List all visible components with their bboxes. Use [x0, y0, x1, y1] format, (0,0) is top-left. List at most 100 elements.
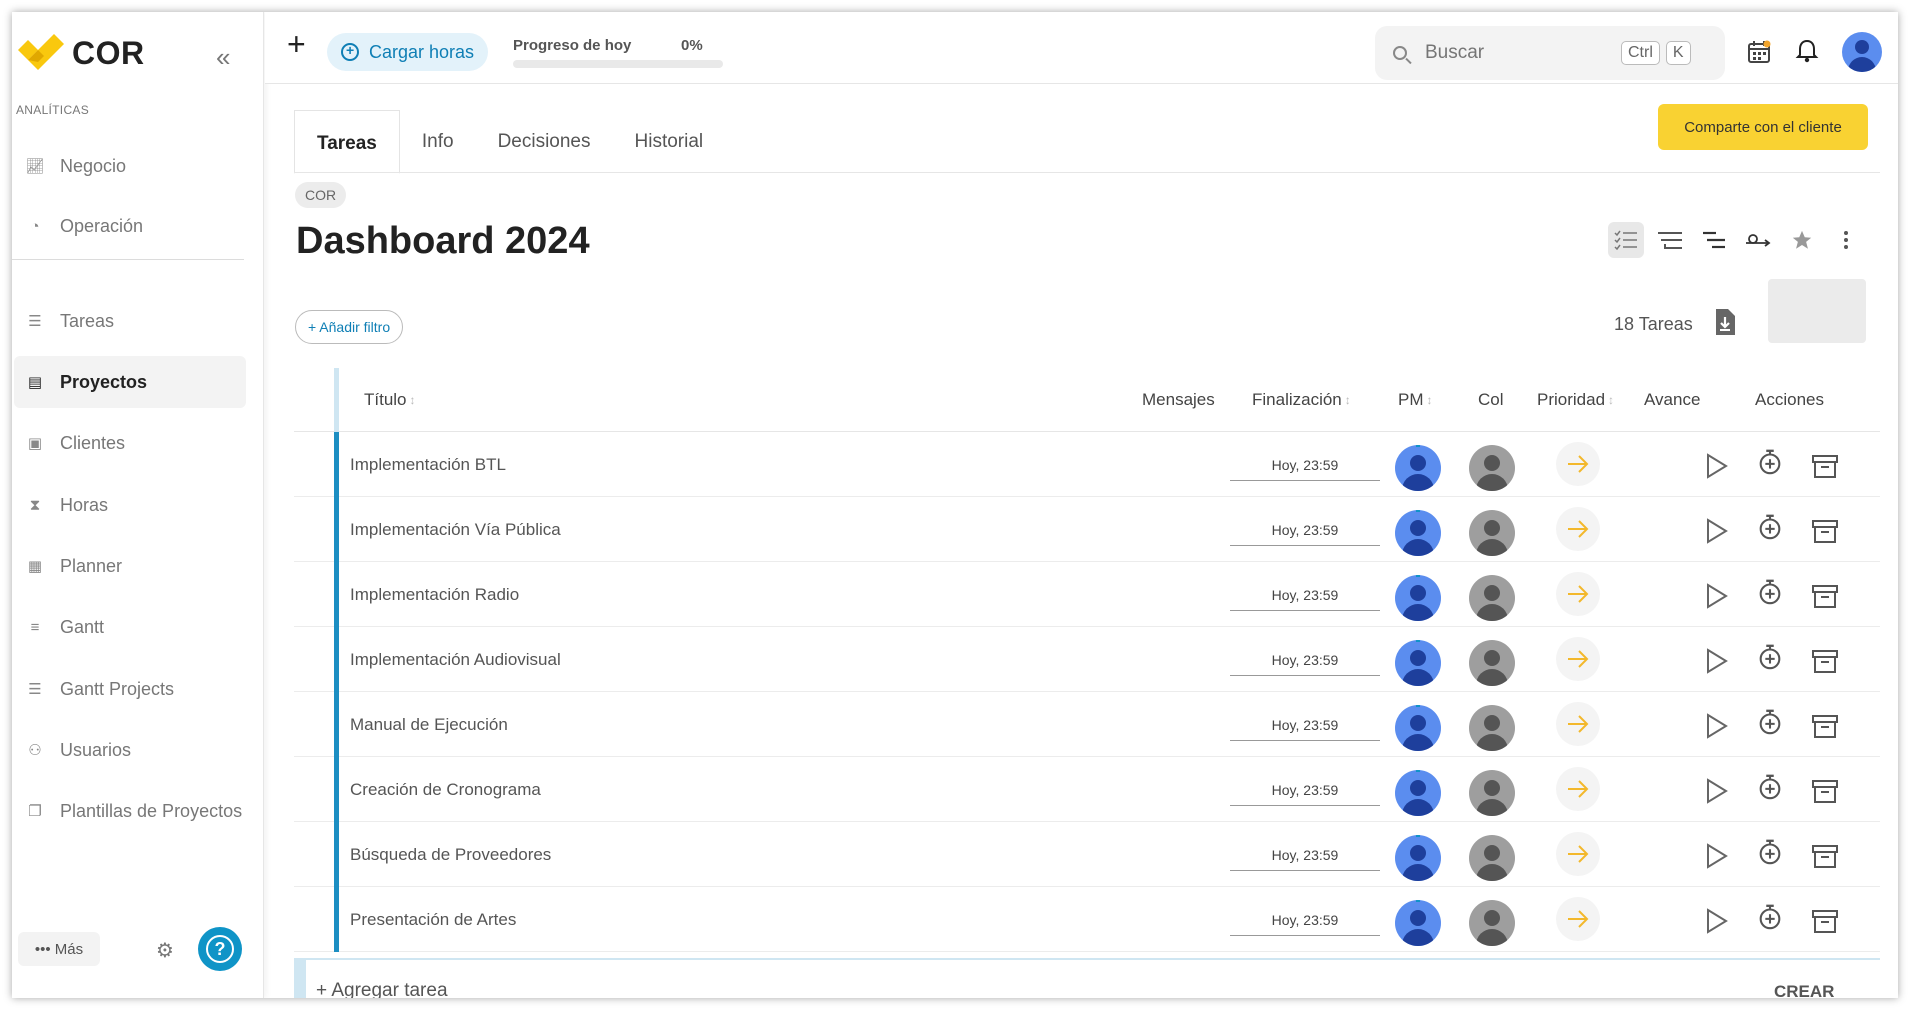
- tab-tareas[interactable]: Tareas: [294, 110, 400, 174]
- more-button[interactable]: ••• Más: [18, 932, 100, 966]
- column-header-pm[interactable]: PM ↕: [1398, 390, 1433, 410]
- priority-button[interactable]: [1556, 897, 1600, 941]
- table-row[interactable]: Manual de Ejecución Hoy, 23:59: [294, 692, 1880, 757]
- timer-add-icon[interactable]: [1756, 903, 1784, 931]
- cargar-horas-button[interactable]: Cargar horas: [327, 33, 489, 71]
- column-header-titulo[interactable]: Título ↕: [364, 390, 416, 410]
- archive-icon[interactable]: [1811, 647, 1839, 675]
- archive-icon[interactable]: [1811, 842, 1839, 870]
- column-header-finalizacion[interactable]: Finalización ↕: [1252, 390, 1351, 410]
- sidebar-item-gantt-projects[interactable]: ☰ Gantt Projects: [14, 663, 246, 715]
- share-with-client-button[interactable]: Comparte con el cliente: [1658, 104, 1868, 150]
- tab-info[interactable]: Info: [400, 110, 476, 174]
- timer-add-icon[interactable]: [1756, 448, 1784, 476]
- task-title[interactable]: Implementación Vía Pública: [350, 520, 561, 540]
- search-input[interactable]: [1425, 42, 1615, 64]
- search-box[interactable]: Ctrl K: [1375, 26, 1725, 80]
- task-title[interactable]: Implementación Audiovisual: [350, 650, 561, 670]
- play-icon[interactable]: [1702, 647, 1730, 675]
- play-icon[interactable]: [1702, 842, 1730, 870]
- gantt-view-icon[interactable]: [1696, 222, 1732, 258]
- more-options-icon[interactable]: [1828, 222, 1864, 258]
- play-icon[interactable]: [1702, 907, 1730, 935]
- help-button[interactable]: ?: [198, 927, 242, 971]
- sidebar-item-gantt[interactable]: ≡ Gantt: [14, 601, 246, 653]
- pm-avatar[interactable]: [1395, 900, 1441, 946]
- tab-decisiones[interactable]: Decisiones: [476, 110, 613, 174]
- sidebar-item-horas[interactable]: ⧗ Horas: [14, 479, 246, 531]
- table-row[interactable]: Implementación Vía Pública Hoy, 23:59: [294, 497, 1880, 562]
- pm-avatar[interactable]: [1395, 770, 1441, 816]
- add-task-input[interactable]: + Agregar tarea: [316, 980, 448, 998]
- sidebar-item-plantillas[interactable]: ❐ Plantillas de Proyectos: [14, 785, 246, 837]
- collaborator-avatar[interactable]: [1469, 900, 1515, 946]
- table-row[interactable]: Creación de Cronograma Hoy, 23:59: [294, 757, 1880, 822]
- task-title[interactable]: Implementación BTL: [350, 455, 506, 475]
- due-date-field[interactable]: Hoy, 23:59: [1230, 449, 1380, 481]
- archive-icon[interactable]: [1811, 452, 1839, 480]
- due-date-field[interactable]: Hoy, 23:59: [1230, 579, 1380, 611]
- due-date-field[interactable]: Hoy, 23:59: [1230, 904, 1380, 936]
- download-icon[interactable]: [1714, 308, 1736, 336]
- timer-add-icon[interactable]: [1756, 578, 1784, 606]
- sidebar-item-proyectos[interactable]: ▤ Proyectos: [14, 356, 246, 408]
- priority-button[interactable]: [1556, 702, 1600, 746]
- sidebar-item-planner[interactable]: ▦ Planner: [14, 540, 246, 592]
- due-date-field[interactable]: Hoy, 23:59: [1230, 644, 1380, 676]
- collaborator-avatar[interactable]: [1469, 835, 1515, 881]
- play-icon[interactable]: [1702, 452, 1730, 480]
- collaborator-avatar[interactable]: [1469, 445, 1515, 491]
- create-button[interactable]: CREAR: [1774, 982, 1834, 998]
- due-date-field[interactable]: Hoy, 23:59: [1230, 514, 1380, 546]
- priority-button[interactable]: [1556, 442, 1600, 486]
- task-title[interactable]: Presentación de Artes: [350, 910, 516, 930]
- list-view-icon[interactable]: [1608, 222, 1644, 258]
- timer-add-icon[interactable]: [1756, 643, 1784, 671]
- timer-add-icon[interactable]: [1756, 708, 1784, 736]
- tab-historial[interactable]: Historial: [613, 110, 726, 174]
- archive-icon[interactable]: [1811, 712, 1839, 740]
- dependency-icon[interactable]: [1740, 222, 1776, 258]
- pm-avatar[interactable]: [1395, 835, 1441, 881]
- timer-add-icon[interactable]: [1756, 513, 1784, 541]
- collaborator-avatar[interactable]: [1469, 705, 1515, 751]
- collaborator-avatar[interactable]: [1469, 770, 1515, 816]
- play-icon[interactable]: [1702, 582, 1730, 610]
- logo[interactable]: COR: [18, 34, 145, 72]
- sidebar-item-clientes[interactable]: ▣ Clientes: [14, 417, 246, 469]
- priority-button[interactable]: [1556, 832, 1600, 876]
- table-row[interactable]: Presentación de Artes Hoy, 23:59: [294, 887, 1880, 952]
- play-icon[interactable]: [1702, 712, 1730, 740]
- table-row[interactable]: Implementación Audiovisual Hoy, 23:59: [294, 627, 1880, 692]
- pm-avatar[interactable]: [1395, 640, 1441, 686]
- priority-button[interactable]: [1556, 507, 1600, 551]
- pm-avatar[interactable]: [1395, 705, 1441, 751]
- calendar-icon[interactable]: [1747, 40, 1771, 64]
- task-title[interactable]: Búsqueda de Proveedores: [350, 845, 551, 865]
- priority-button[interactable]: [1556, 767, 1600, 811]
- timer-add-icon[interactable]: [1756, 838, 1784, 866]
- archive-icon[interactable]: [1811, 777, 1839, 805]
- due-date-field[interactable]: Hoy, 23:59: [1230, 839, 1380, 871]
- play-icon[interactable]: [1702, 777, 1730, 805]
- table-row[interactable]: Búsqueda de Proveedores Hoy, 23:59: [294, 822, 1880, 887]
- collaborator-avatar[interactable]: [1469, 575, 1515, 621]
- sidebar-item-usuarios[interactable]: ⚇ Usuarios: [14, 724, 246, 776]
- due-date-field[interactable]: Hoy, 23:59: [1230, 709, 1380, 741]
- task-title[interactable]: Creación de Cronograma: [350, 780, 541, 800]
- collapse-sidebar-icon[interactable]: «: [216, 42, 230, 73]
- archive-icon[interactable]: [1811, 907, 1839, 935]
- pm-avatar[interactable]: [1395, 445, 1441, 491]
- priority-button[interactable]: [1556, 637, 1600, 681]
- archive-icon[interactable]: [1811, 582, 1839, 610]
- bell-icon[interactable]: [1795, 38, 1819, 64]
- subtasks-view-icon[interactable]: [1652, 222, 1688, 258]
- priority-button[interactable]: [1556, 572, 1600, 616]
- add-icon[interactable]: +: [287, 26, 306, 63]
- gear-icon[interactable]: ⚙: [156, 938, 174, 963]
- archive-icon[interactable]: [1811, 517, 1839, 545]
- sidebar-item-operacion[interactable]: ◔ Operación: [14, 200, 246, 252]
- task-title[interactable]: Implementación Radio: [350, 585, 519, 605]
- star-icon[interactable]: [1784, 222, 1820, 258]
- sidebar-item-tareas[interactable]: ☰ Tareas: [14, 295, 246, 347]
